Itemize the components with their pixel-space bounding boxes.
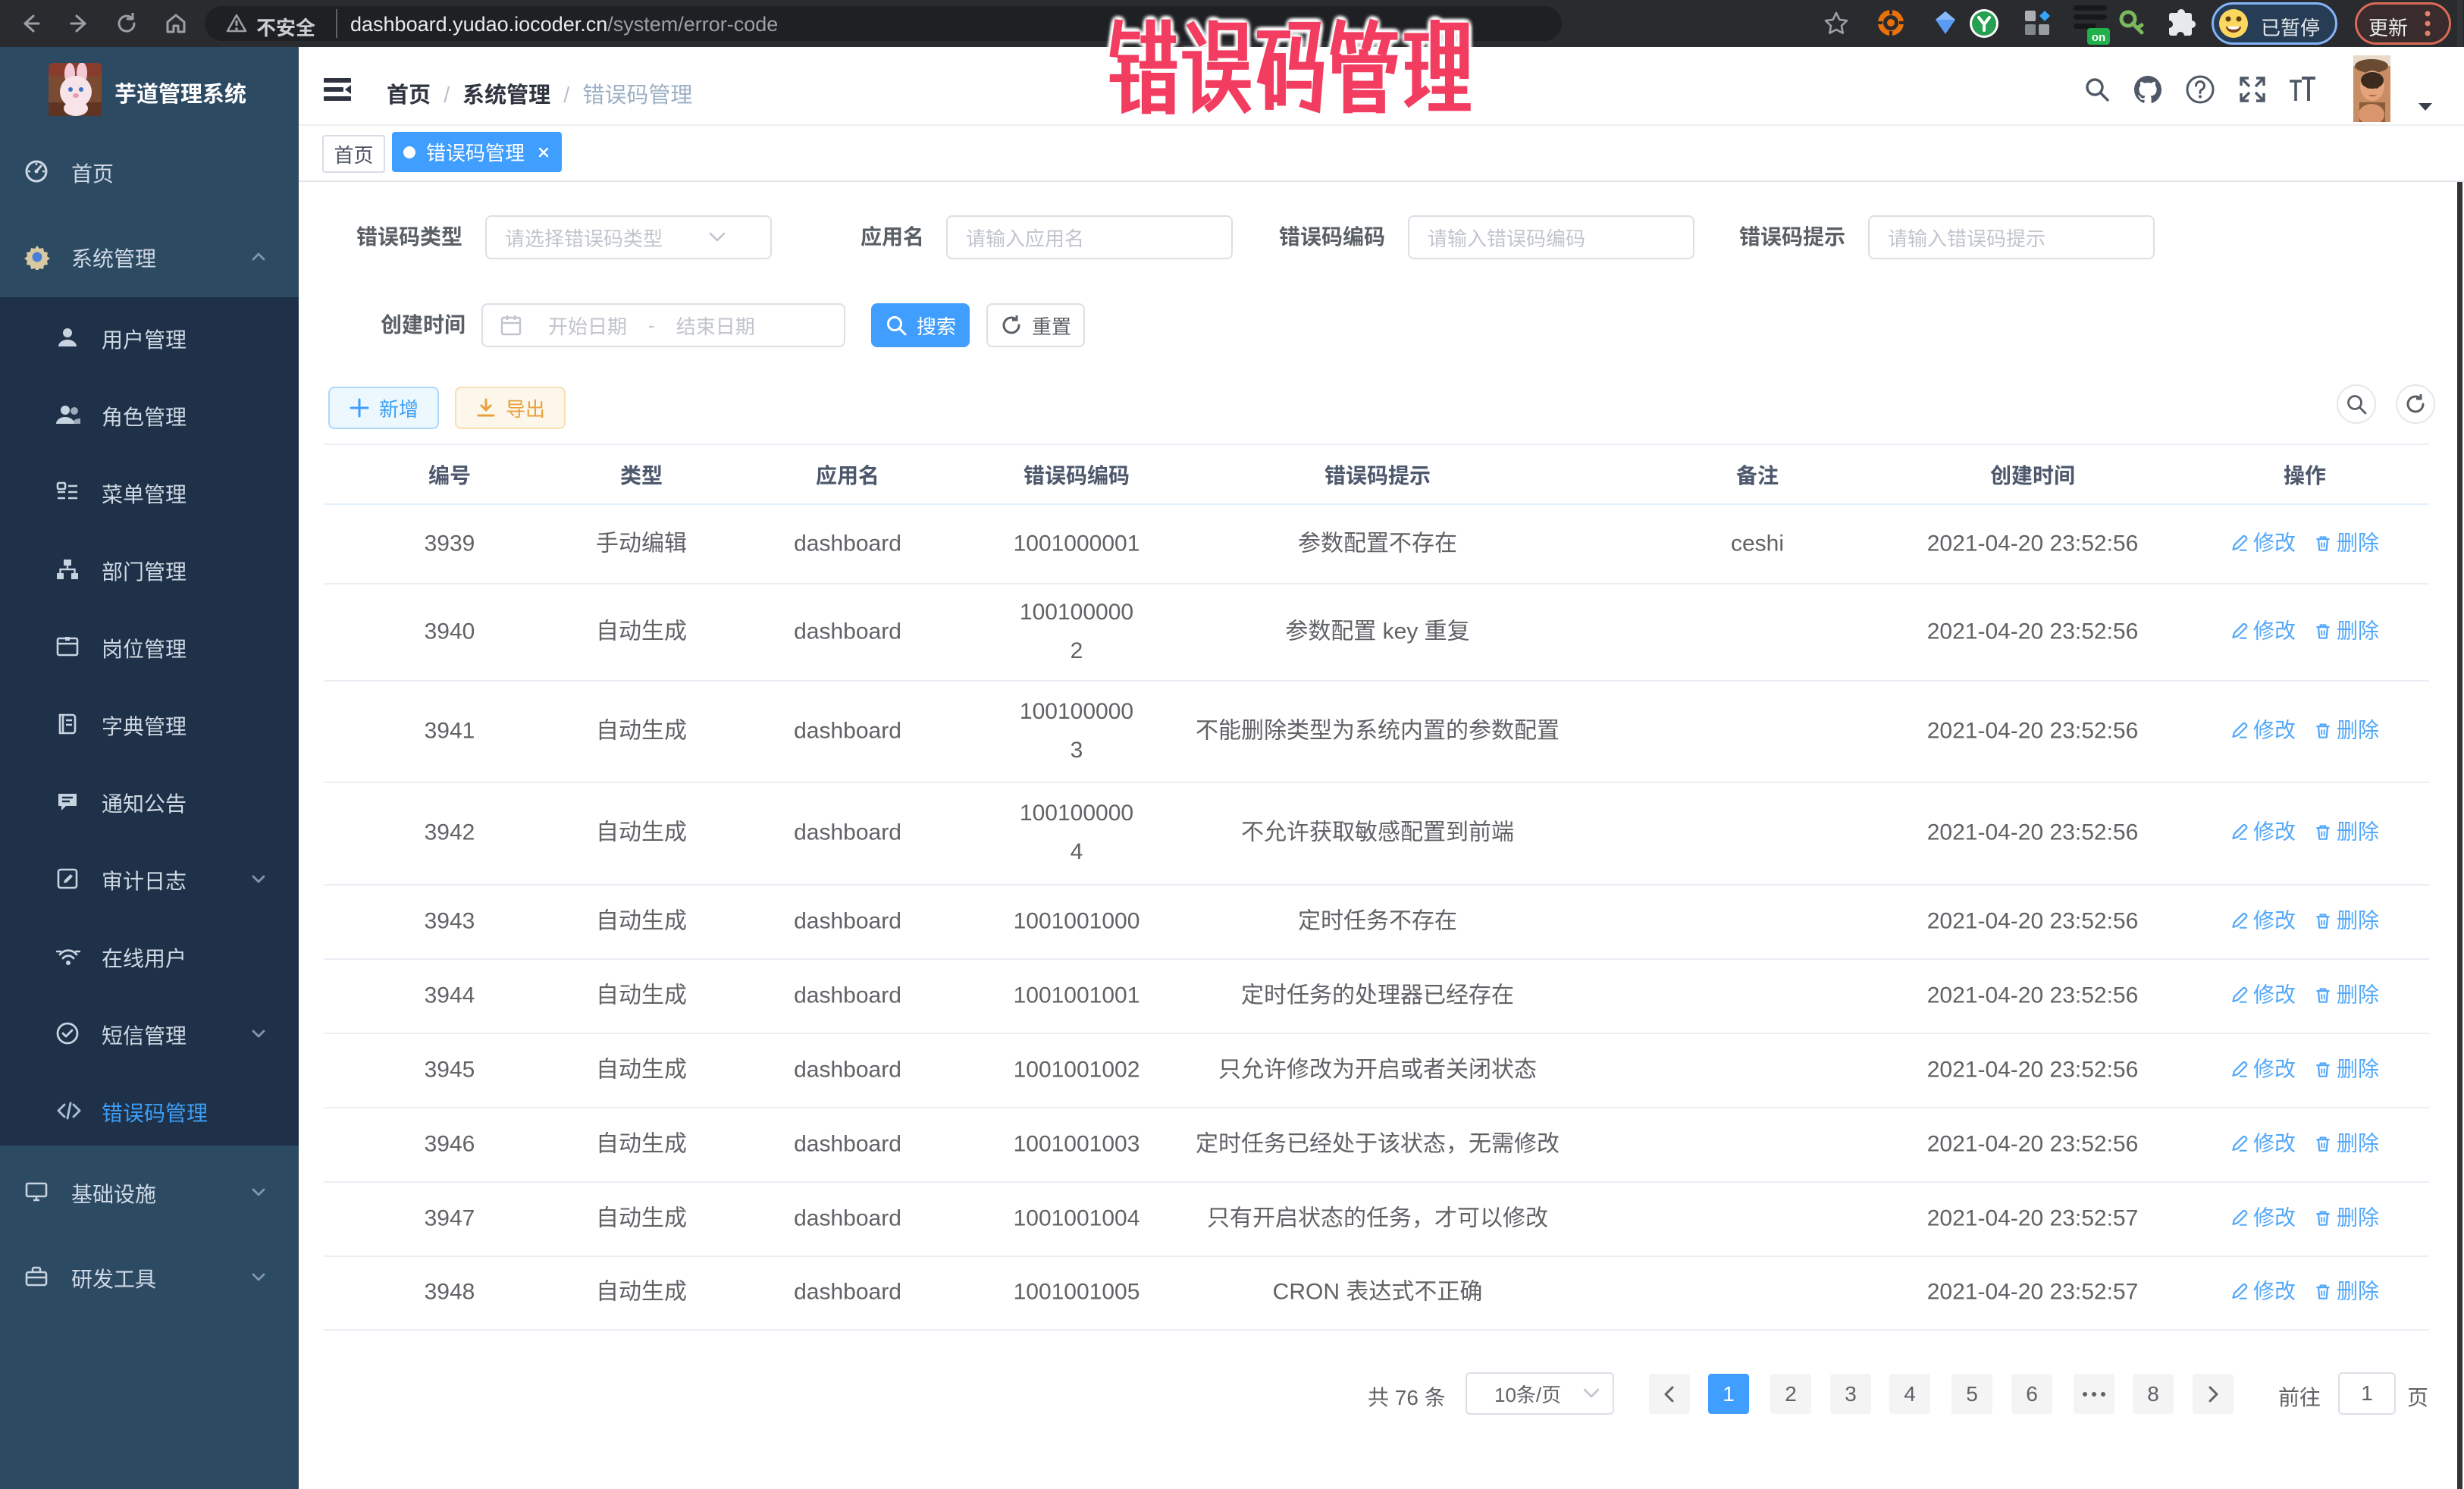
svg-text:on: on	[2092, 31, 2105, 44]
